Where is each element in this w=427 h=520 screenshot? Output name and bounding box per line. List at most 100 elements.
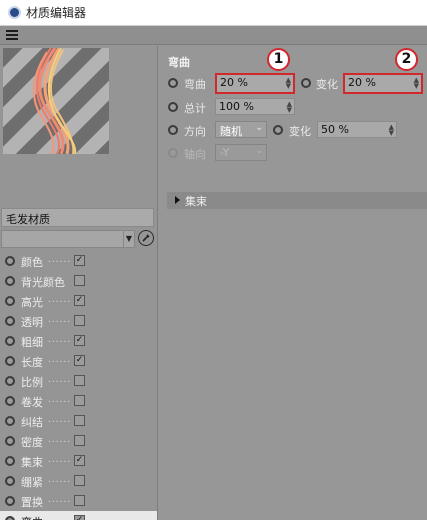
channel-checkbox[interactable] [74,315,85,326]
section-title: 弯曲 [168,56,190,69]
channel-item[interactable]: 置换 ...... [0,491,157,511]
material-name-field[interactable]: 毛发材质 [1,208,154,227]
hamburger-menu-icon[interactable] [6,30,18,41]
channel-label: 粗细 [21,336,43,349]
channel-label: 纠结 [21,416,43,429]
channel-checkbox[interactable]: ✓ [74,335,85,346]
variation-radio[interactable] [301,78,311,88]
channel-radio[interactable] [5,436,15,446]
axis-value: -Y [220,146,230,159]
spinner-icon[interactable]: ▲ ▼ [286,77,291,90]
bend-radio[interactable] [168,78,178,88]
channel-label: 集束 [21,456,43,469]
channel-checkbox[interactable] [74,275,85,286]
channel-label: 背光颜色 [21,276,65,289]
channel-item[interactable]: 粗细 ...... ✓ [0,331,157,351]
channel-item[interactable]: 颜色 ...... ✓ [0,251,157,271]
channel-label: 卷发 [21,396,43,409]
chevron-down-icon[interactable]: ▼ [124,230,135,248]
left-panel: 毛发材质 ▼ 颜色 ...... ✓ 背光颜色 高光 ...... ✓ 透明 .… [0,46,158,520]
channel-checkbox[interactable] [74,495,85,506]
window-title: 材质编辑器 [26,6,87,20]
bend-settings-panel: 弯曲 弯曲 20 % ▲ ▼ 变化 20 % ▲ ▼ 总计 100 % ▲ ▼ 方向 … [159,46,427,520]
channel-item[interactable]: 集束 ...... ✓ [0,451,157,471]
leader-dots: ...... [48,495,70,505]
variation-value: 20 % [348,76,376,89]
channel-radio[interactable] [5,496,15,506]
channel-item[interactable]: 密度 ...... [0,431,157,451]
channel-checkbox[interactable] [74,415,85,426]
callout-badge: 1 [267,48,290,71]
chevron-down-icon: ⌄ [255,123,263,133]
channel-radio[interactable] [5,296,15,306]
variation-field[interactable]: 20 % ▲ ▼ [343,73,423,94]
direction-radio[interactable] [168,125,178,135]
axis-dropdown: -Y ⌄ [215,144,267,161]
channel-checkbox[interactable]: ✓ [74,355,85,366]
channel-list: 颜色 ...... ✓ 背光颜色 高光 ...... ✓ 透明 ...... 粗… [0,251,157,520]
leader-dots: ...... [48,355,70,365]
channel-item[interactable]: 比例 ...... [0,371,157,391]
chevron-down-icon: ⌄ [255,146,263,156]
spinner-icon[interactable]: ▲ ▼ [287,101,292,114]
leader-dots: ...... [48,315,70,325]
channel-checkbox[interactable]: ✓ [74,295,85,306]
material-preview[interactable] [3,48,109,154]
channel-radio[interactable] [5,416,15,426]
channel-item[interactable]: 高光 ...... ✓ [0,291,157,311]
channel-radio[interactable] [5,516,15,520]
channel-checkbox[interactable] [74,475,85,486]
channel-label: 长度 [21,356,43,369]
channel-item[interactable]: 卷发 ...... [0,391,157,411]
channel-radio[interactable] [5,356,15,366]
title-bar: 材质编辑器 [0,0,427,26]
spinner-icon[interactable]: ▲ ▼ [389,124,394,137]
total-label: 总计 [184,102,206,115]
direction-variation-value: 50 % [321,123,349,136]
channel-radio[interactable] [5,256,15,266]
spinner-icon[interactable]: ▲ ▼ [414,77,419,90]
channel-checkbox[interactable]: ✓ [74,255,85,266]
channel-item[interactable]: 透明 ...... [0,311,157,331]
collapse-label: 集束 [185,195,207,208]
channel-item[interactable]: 纠结 ...... [0,411,157,431]
channel-label: 比例 [21,376,43,389]
channel-label: 颜色 [21,256,43,269]
total-radio[interactable] [168,102,178,112]
eyedropper-icon[interactable] [138,230,154,246]
leader-dots: ...... [48,335,70,345]
channel-radio[interactable] [5,276,15,286]
direction-variation-radio[interactable] [273,125,283,135]
channel-checkbox[interactable]: ✓ [74,455,85,466]
material-select[interactable] [1,230,124,248]
leader-dots: ...... [48,415,70,425]
channel-checkbox[interactable] [74,375,85,386]
expand-triangle-icon[interactable] [175,196,180,204]
cinema4d-icon [8,6,21,19]
channel-item[interactable]: 绷紧 ...... [0,471,157,491]
channel-radio[interactable] [5,456,15,466]
cluster-group-header[interactable]: 集束 [167,192,427,209]
bend-label: 弯曲 [184,78,206,91]
channel-item[interactable]: 背光颜色 [0,271,157,291]
channel-checkbox[interactable] [74,435,85,446]
channel-radio[interactable] [5,316,15,326]
direction-dropdown[interactable]: 随机 ⌄ [215,121,267,138]
channel-radio[interactable] [5,476,15,486]
channel-item[interactable]: 长度 ...... ✓ [0,351,157,371]
direction-label: 方向 [184,125,206,138]
total-value: 100 % [219,100,254,113]
channel-checkbox[interactable] [74,395,85,406]
total-field[interactable]: 100 % ▲ ▼ [215,98,295,115]
leader-dots: ...... [48,515,70,520]
channel-radio[interactable] [5,396,15,406]
channel-radio[interactable] [5,376,15,386]
bend-field[interactable]: 20 % ▲ ▼ [215,73,295,94]
channel-radio[interactable] [5,336,15,346]
leader-dots: ...... [48,435,70,445]
channel-checkbox[interactable]: ✓ [74,515,85,520]
direction-variation-field[interactable]: 50 % ▲ ▼ [317,121,397,138]
leader-dots: ...... [48,295,70,305]
channel-label: 密度 [21,436,43,449]
channel-item-selected[interactable]: 弯曲 ...... ✓ [0,511,157,520]
